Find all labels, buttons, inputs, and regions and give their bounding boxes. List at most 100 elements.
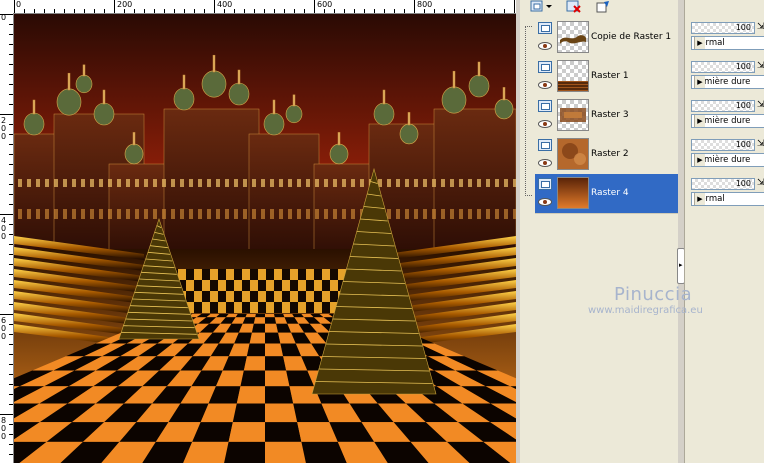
ruler-tick (9, 304, 13, 305)
layer-lock-icon[interactable] (538, 22, 552, 34)
ruler-tick (334, 9, 335, 13)
opacity-field[interactable]: 100 (691, 178, 755, 190)
left-ruler: 0 200 400 600 800 (0, 13, 14, 463)
ruler-tick (84, 9, 85, 13)
blend-mode-select[interactable]: Normal ▶ (691, 192, 764, 206)
ruler-tick (464, 9, 465, 13)
ruler-tick (9, 64, 13, 65)
opacity-field[interactable]: 100 (691, 22, 755, 34)
blend-mode-select[interactable]: Normal ▶ (691, 36, 764, 50)
blend-mode-select[interactable]: Lumière dure ▶ (691, 75, 764, 89)
ruler-tick (9, 284, 13, 285)
layer-name: Raster 2 (591, 149, 629, 159)
ruler-label: 0 (16, 0, 22, 9)
ruler-tick (0, 14, 13, 15)
ruler-tick (414, 0, 415, 13)
visibility-eye-icon[interactable] (538, 42, 552, 50)
ruler-tick (354, 9, 355, 13)
ruler-tick (9, 144, 13, 145)
ruler-tick (184, 9, 185, 13)
opacity-field[interactable]: 100 (691, 61, 755, 73)
ruler-tick (444, 9, 445, 13)
opacity-value: 100 (735, 101, 751, 110)
layer-row-copie-de-raster-1[interactable]: Copie de Raster 1 (535, 18, 696, 58)
opacity-field[interactable]: 100 (691, 139, 755, 151)
layer-lock-icon[interactable] (538, 100, 552, 112)
image-canvas[interactable] (14, 14, 516, 463)
pencil-icon[interactable]: ⇲ (757, 22, 764, 32)
ruler-tick (324, 9, 325, 13)
ruler-label: 0 (1, 13, 7, 22)
layer-row-raster-2[interactable]: Raster 2 (535, 135, 696, 175)
blend-mode-select[interactable]: Lumière dure ▶ (691, 153, 764, 167)
ruler-tick (144, 9, 145, 13)
watermark-name: Pinuccia (614, 284, 693, 305)
opacity-field[interactable]: 100 (691, 100, 755, 112)
new-layer-icon[interactable] (530, 0, 554, 14)
ruler-tick (194, 9, 195, 13)
ruler-tick (0, 114, 13, 115)
ruler-tick (204, 9, 205, 13)
ruler-tick (9, 454, 13, 455)
ruler-tick (9, 94, 13, 95)
visibility-eye-icon[interactable] (538, 120, 552, 128)
ruler-label: 800 (417, 0, 433, 9)
ruler-tick (9, 334, 13, 335)
ruler-tick (9, 374, 13, 375)
opacity-value: 100 (735, 62, 751, 71)
ruler-tick (514, 0, 515, 13)
pencil-icon[interactable]: ⇲ (757, 139, 764, 149)
ruler-tick (9, 444, 13, 445)
ruler-tick (494, 9, 495, 13)
ruler-label: 600 (1, 316, 7, 341)
ruler-tick (504, 9, 505, 13)
ruler-tick (164, 9, 165, 13)
layer-props-row: 100 ⇲ Lumière dure ▶ (689, 137, 764, 173)
layer-props-row: 100 ⇲ Normal ▶ (689, 176, 764, 212)
ruler-tick (9, 344, 13, 345)
layer-row-raster-1[interactable]: Raster 1 (535, 57, 696, 97)
dropdown-arrow-icon[interactable]: ▶ (694, 154, 705, 166)
ruler-tick (224, 9, 225, 13)
edit-layer-icon[interactable] (596, 0, 612, 14)
ruler-tick (304, 9, 305, 13)
ruler-tick (294, 9, 295, 13)
layer-lock-icon[interactable] (538, 178, 552, 190)
layer-row-raster-3[interactable]: Raster 3 (535, 96, 696, 136)
ruler-tick (9, 384, 13, 385)
layer-thumbnail (557, 99, 589, 131)
blend-mode-select[interactable]: Lumière dure ▶ (691, 114, 764, 128)
layer-name: Raster 4 (591, 188, 629, 198)
visibility-eye-icon[interactable] (538, 198, 552, 206)
pencil-icon[interactable]: ⇲ (757, 178, 764, 188)
dropdown-arrow-icon[interactable]: ▶ (694, 115, 705, 127)
delete-layer-icon[interactable] (566, 0, 582, 14)
visibility-eye-icon[interactable] (538, 81, 552, 89)
dropdown-arrow-icon[interactable]: ▶ (694, 76, 705, 88)
pencil-icon[interactable]: ⇲ (757, 61, 764, 71)
ruler-tick (154, 9, 155, 13)
dropdown-arrow-icon[interactable]: ▶ (694, 193, 705, 205)
ruler-tick (314, 0, 315, 13)
ruler-tick (384, 9, 385, 13)
ruler-label: 400 (1, 216, 7, 241)
pencil-icon[interactable]: ⇲ (757, 100, 764, 110)
layer-lock-icon[interactable] (538, 61, 552, 73)
ruler-tick (244, 9, 245, 13)
ruler-tick (484, 9, 485, 13)
ruler-tick (9, 104, 13, 105)
dropdown-arrow-icon[interactable]: ▶ (694, 37, 705, 49)
ruler-label: 800 (1, 416, 7, 441)
layer-row-raster-4[interactable]: Raster 4 (535, 174, 696, 214)
ruler-label: 600 (317, 0, 333, 9)
watermark-url: www.maidiregrafica.eu (588, 305, 703, 316)
ruler-tick (134, 9, 135, 13)
ruler-tick (9, 44, 13, 45)
ruler-label: 200 (117, 0, 133, 9)
visibility-eye-icon[interactable] (538, 159, 552, 167)
ruler-tick (0, 314, 13, 315)
ruler-tick (9, 234, 13, 235)
ruler-tick (9, 354, 13, 355)
layer-lock-icon[interactable] (538, 139, 552, 151)
ruler-tick (374, 9, 375, 13)
